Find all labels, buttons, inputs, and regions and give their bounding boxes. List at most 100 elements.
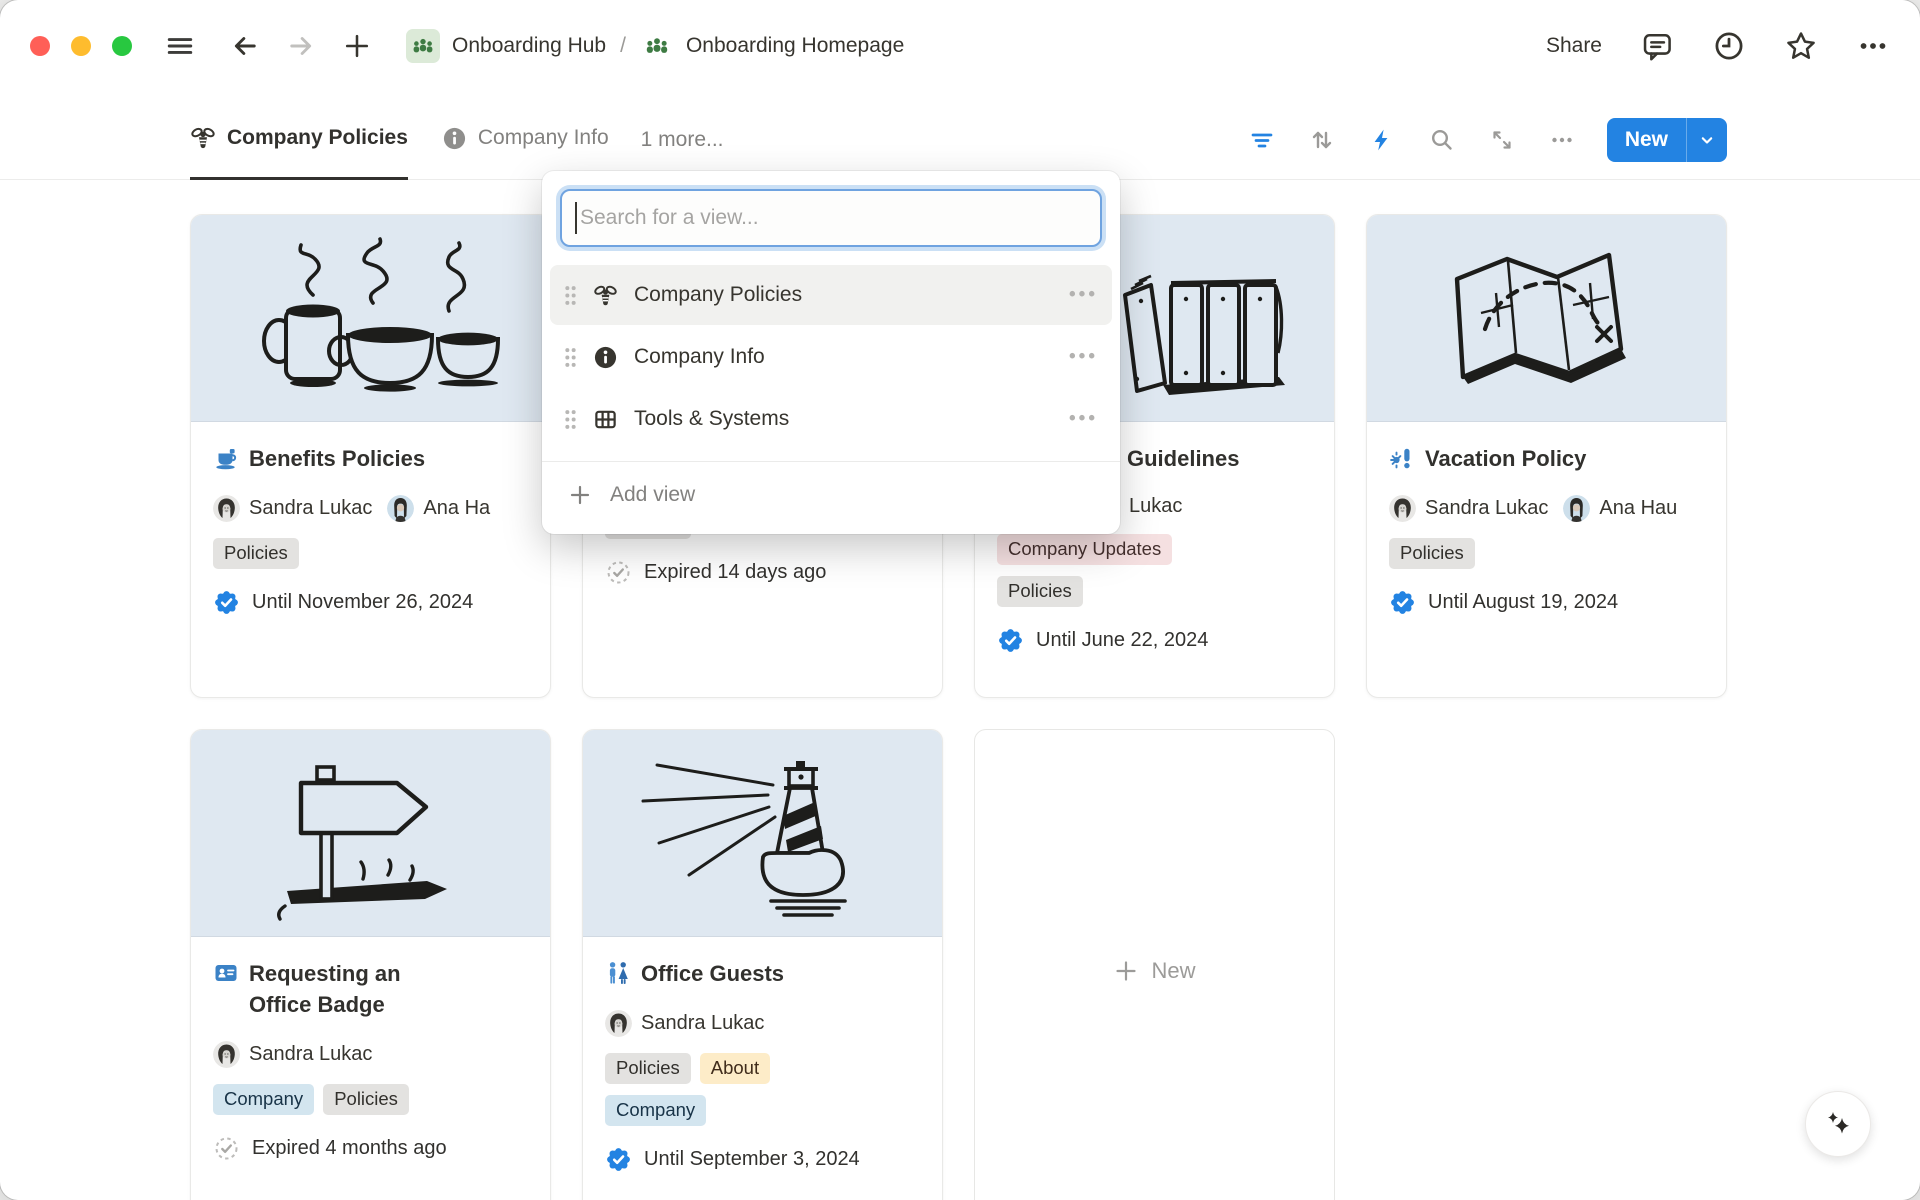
automations-button[interactable] — [1369, 127, 1395, 153]
window-titlebar: Onboarding Hub / Onboarding Homepage Sha… — [0, 0, 1920, 92]
status-text: Until June 22, 2024 — [1036, 629, 1208, 652]
plus-icon — [568, 483, 592, 507]
card-requesting-office-badge[interactable]: Requesting an Office Badge Sandra Lukac … — [190, 729, 551, 1200]
breadcrumb-current[interactable]: Onboarding Homepage — [686, 34, 904, 58]
card-tags: Company — [605, 1095, 920, 1126]
onboarding-homepage-page-icon[interactable] — [640, 29, 674, 63]
view-option-tools-systems[interactable]: Tools & Systems ••• — [550, 389, 1112, 449]
sparkles-icon — [1821, 1107, 1855, 1141]
people-icon — [644, 33, 670, 59]
coffee-cup-icon — [213, 445, 239, 471]
people-icon — [411, 34, 435, 58]
person-name: Sandra Lukac — [249, 1043, 372, 1066]
card-vacation-policy[interactable]: Vacation Policy Sandra Lukac — [1366, 214, 1727, 698]
tag: About — [700, 1053, 770, 1084]
tabs-more-button[interactable]: 1 more... — [641, 128, 724, 152]
avatar — [1563, 495, 1590, 522]
person-name: Ana Hau — [1599, 497, 1677, 520]
tab-company-info[interactable]: Company Info — [442, 100, 609, 180]
new-button-dropdown[interactable] — [1687, 130, 1727, 150]
card-cover-signpost-doodle — [191, 730, 550, 937]
card-status-row: Expired 14 days ago — [605, 559, 920, 586]
comments-button[interactable] — [1640, 29, 1674, 63]
info-icon — [593, 345, 618, 370]
person-name: Sandra Lukac — [249, 497, 372, 520]
sort-icon — [1309, 127, 1335, 153]
onboarding-hub-page-icon[interactable] — [406, 29, 440, 63]
new-page-button[interactable] — [342, 31, 372, 61]
sun-exclamation-icon — [1389, 445, 1415, 471]
status-text: Expired 4 months ago — [252, 1137, 447, 1160]
ai-assistant-button[interactable] — [1805, 1091, 1871, 1157]
add-view-label: Add view — [610, 483, 695, 507]
view-option-company-info[interactable]: Company Info ••• — [550, 327, 1112, 387]
favorite-button[interactable] — [1784, 29, 1818, 63]
card-status-row: Until August 19, 2024 — [1389, 589, 1704, 616]
lightning-icon — [1369, 127, 1395, 153]
more-options-button[interactable] — [1856, 29, 1890, 63]
verified-badge-icon — [1389, 589, 1416, 616]
view-option-menu-button[interactable]: ••• — [1069, 408, 1098, 430]
filter-icon — [1249, 127, 1275, 153]
text-cursor — [575, 202, 577, 234]
add-view-button[interactable]: Add view — [542, 462, 1120, 528]
card-tags: Policies — [213, 538, 528, 569]
tab-label: Company Policies — [227, 126, 408, 150]
breadcrumb-root[interactable]: Onboarding Hub — [452, 34, 606, 58]
sidebar-toggle-button[interactable] — [166, 32, 194, 60]
share-button[interactable]: Share — [1546, 34, 1602, 58]
avatar — [213, 1041, 240, 1068]
nav-back-button[interactable] — [230, 31, 260, 61]
notion-window: Onboarding Hub / Onboarding Homepage Sha… — [0, 0, 1920, 1200]
view-options-button[interactable] — [1549, 127, 1575, 153]
drag-handle-icon[interactable] — [564, 347, 577, 368]
minimize-window-button[interactable] — [71, 36, 91, 56]
card-title: Office Guests — [641, 959, 784, 990]
close-window-button[interactable] — [30, 36, 50, 56]
ellipsis-icon — [1549, 127, 1575, 153]
tag: Company Updates — [997, 534, 1172, 565]
view-option-label: Company Policies — [634, 283, 1053, 307]
tag: Policies — [213, 538, 299, 569]
tag: Company — [605, 1095, 706, 1126]
search-view-button[interactable] — [1429, 127, 1455, 153]
card-office-guests[interactable]: Office Guests Sandra Lukac Policies Abo — [582, 729, 943, 1200]
view-option-company-policies[interactable]: Company Policies ••• — [550, 265, 1112, 325]
drag-handle-icon[interactable] — [564, 285, 577, 306]
sort-button[interactable] — [1309, 127, 1335, 153]
new-card-label: New — [1151, 958, 1195, 984]
tab-company-policies[interactable]: Company Policies — [190, 100, 408, 180]
status-text: Expired 14 days ago — [644, 561, 826, 584]
view-option-menu-button[interactable]: ••• — [1069, 346, 1098, 368]
card-people-row: Sandra Lukac Ana Hau — [1389, 495, 1704, 522]
plus-icon — [1113, 958, 1139, 984]
card-people-row: Sandra Lukac Ana Ha — [213, 495, 528, 522]
expired-check-icon — [213, 1135, 240, 1162]
card-benefits-policies[interactable]: Benefits Policies Sandra Lukac — [190, 214, 551, 698]
nav-forward-button[interactable] — [286, 31, 316, 61]
table-icon — [593, 407, 618, 432]
info-icon — [442, 126, 467, 151]
man-woman-icon — [605, 960, 631, 986]
card-status-row: Until September 3, 2024 — [605, 1146, 920, 1173]
expired-check-icon — [605, 559, 632, 586]
forward-arrow-icon — [286, 31, 316, 61]
card-status-row: Until June 22, 2024 — [997, 627, 1312, 654]
view-toolbar — [1249, 127, 1575, 153]
view-search-input[interactable] — [560, 189, 1102, 247]
new-record-button[interactable]: New — [1607, 118, 1727, 162]
star-icon — [1784, 29, 1818, 63]
history-button[interactable] — [1712, 29, 1746, 63]
view-option-menu-button[interactable]: ••• — [1069, 284, 1098, 306]
new-card-button[interactable]: New — [974, 729, 1335, 1200]
card-tags: Company Updates — [997, 534, 1312, 565]
filter-button[interactable] — [1249, 127, 1275, 153]
expand-view-button[interactable] — [1489, 127, 1515, 153]
card-title-row: Requesting an Office Badge — [213, 959, 528, 1021]
card-title-row: Benefits Policies — [213, 444, 528, 475]
verified-badge-icon — [997, 627, 1024, 654]
card-tags: Company Policies — [213, 1084, 528, 1115]
drag-handle-icon[interactable] — [564, 409, 577, 430]
zoom-window-button[interactable] — [112, 36, 132, 56]
card-people-row: Sandra Lukac — [213, 1041, 528, 1068]
